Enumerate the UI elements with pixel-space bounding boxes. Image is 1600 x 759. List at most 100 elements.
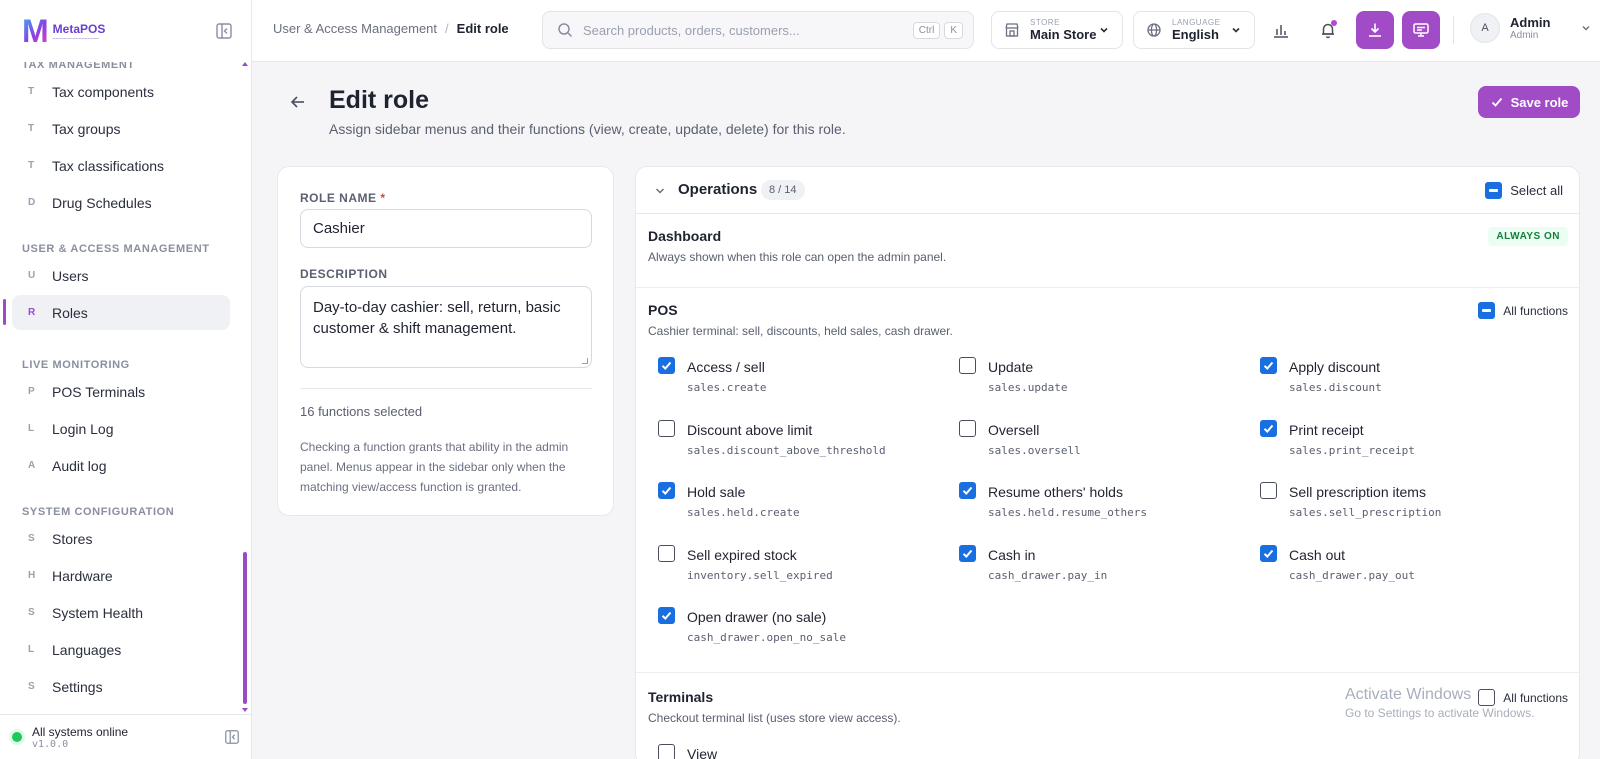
chevron-down-icon[interactable] — [654, 185, 666, 197]
download-button[interactable] — [1356, 11, 1394, 49]
check-icon — [1491, 97, 1502, 107]
group-count-badge: 8 / 14 — [761, 180, 805, 200]
sidebar-item-users[interactable]: U Users — [12, 258, 230, 293]
sidebar-scrollbar[interactable] — [242, 62, 248, 712]
permission-checkbox[interactable] — [1260, 357, 1277, 374]
sidebar: M MetaPOS ━━━━━━━━━━━━━━━━ Tax Managemen… — [0, 0, 252, 759]
save-role-label: Save role — [1510, 94, 1569, 110]
sidebar-item-login-log[interactable]: L Login Log — [12, 411, 230, 446]
permission-checkbox[interactable] — [959, 357, 976, 374]
permission-item[interactable]: Sell prescription items sales.sell_prescr… — [1260, 481, 1441, 519]
permission-name: Cash out — [1289, 547, 1346, 563]
role-name-input[interactable]: Cashier — [300, 209, 592, 248]
nav-section-title: System Configuration — [22, 506, 175, 518]
sidebar-item-system-health[interactable]: S System Health — [12, 595, 230, 630]
select-all-toggle[interactable]: Select all — [1485, 182, 1563, 199]
scroll-down-arrow[interactable] — [242, 708, 248, 712]
notification-badge — [1331, 20, 1337, 26]
bar-chart-icon — [1274, 25, 1288, 38]
permission-checkbox[interactable] — [658, 607, 675, 624]
permission-item[interactable]: Discount above limit sales.discount_above… — [658, 419, 886, 457]
app-logo[interactable]: M MetaPOS ━━━━━━━━━━━━━━━━ — [22, 15, 105, 47]
section-title: Terminals — [648, 689, 714, 705]
permission-name: Cash in — [988, 547, 1036, 563]
section-description: Checkout terminal list (uses store view … — [648, 711, 901, 725]
back-arrow-icon[interactable] — [288, 92, 308, 112]
description-label: DESCRIPTION — [300, 267, 388, 281]
permission-item[interactable]: Oversell sales.oversell — [959, 419, 1081, 457]
search-input[interactable]: Search products, orders, customers... — [583, 23, 909, 38]
store-selector[interactable]: STORE Main Store — [991, 11, 1123, 49]
section-title: Dashboard — [648, 228, 722, 244]
all-functions-checkbox[interactable] — [1478, 302, 1496, 319]
sidebar-item-languages[interactable]: L Languages — [12, 632, 230, 667]
permission-item[interactable]: Update sales.update — [959, 356, 1067, 394]
reports-button[interactable] — [1262, 11, 1300, 49]
sidebar-item-label: Hardware — [52, 567, 113, 584]
pos-terminal-button[interactable] — [1402, 11, 1440, 49]
sidebar-item-tax-classifications[interactable]: T Tax classifications — [12, 148, 230, 183]
permission-name: Access / sell — [687, 359, 765, 375]
sidebar-item-label: Roles — [52, 304, 88, 321]
permission-checkbox[interactable] — [1260, 545, 1277, 562]
sidebar-item-settings[interactable]: S Settings — [12, 669, 230, 704]
sidebar-item-roles[interactable]: R Roles — [12, 295, 230, 330]
monitor-icon — [1413, 23, 1429, 37]
permission-item[interactable]: Cash in cash_drawer.pay_in — [959, 544, 1107, 582]
scroll-up-arrow[interactable] — [242, 62, 248, 66]
permission-checkbox[interactable] — [959, 420, 976, 437]
store-value: Main Store — [1030, 27, 1097, 42]
sidebar-item-tax-components[interactable]: T Tax components — [12, 74, 230, 109]
permission-name: Resume others' holds — [988, 484, 1123, 500]
permission-checkbox[interactable] — [658, 744, 675, 759]
permission-checkbox[interactable] — [658, 482, 675, 499]
permission-item[interactable]: Open drawer (no sale) cash_drawer.open_no… — [658, 606, 846, 644]
permission-checkbox[interactable] — [658, 420, 675, 437]
pos-all-functions-toggle[interactable]: All functions — [1478, 302, 1568, 319]
permission-checkbox[interactable] — [1260, 482, 1277, 499]
permission-item[interactable]: Cash out cash_drawer.pay_out — [1260, 544, 1415, 582]
language-selector[interactable]: LANGUAGE English — [1133, 11, 1255, 49]
permission-item[interactable]: Hold sale sales.held.create — [658, 481, 800, 519]
save-role-button[interactable]: Save role — [1478, 86, 1580, 118]
permission-checkbox[interactable] — [1260, 420, 1277, 437]
collapse-sidebar-icon[interactable] — [215, 22, 233, 40]
breadcrumb-parent[interactable]: User & Access Management — [273, 21, 437, 36]
sidebar-item-drug-schedules[interactable]: D Drug Schedules — [12, 185, 230, 220]
collapse-sidebar-bottom-icon[interactable] — [224, 729, 240, 745]
permission-item[interactable]: Print receipt sales.print_receipt — [1260, 419, 1415, 457]
sidebar-item-tax-groups[interactable]: T Tax groups — [12, 111, 230, 146]
permission-checkbox[interactable] — [959, 482, 976, 499]
permission-group-header[interactable]: Operations 8 / 14 Select all — [636, 167, 1579, 214]
sidebar-item-label: Audit log — [52, 457, 107, 474]
permission-checkbox[interactable] — [658, 545, 675, 562]
windows-activation-watermark: Activate Windows Go to Settings to activ… — [1345, 686, 1534, 720]
sidebar-item-label: POS Terminals — [52, 383, 146, 400]
permission-checkbox[interactable] — [959, 545, 976, 562]
user-menu[interactable]: A Admin Admin — [1470, 13, 1592, 43]
chevron-down-icon — [1582, 26, 1590, 31]
global-search[interactable]: Search products, orders, customers... Ct… — [542, 11, 974, 49]
permission-item[interactable]: Resume others' holds sales.held.resume_ot… — [959, 481, 1147, 519]
store-icon — [1005, 23, 1019, 37]
divider — [300, 388, 592, 389]
resize-handle-icon[interactable] — [582, 358, 588, 364]
scrollbar-thumb[interactable] — [243, 552, 247, 704]
sidebar-item-pos-terminals[interactable]: P POS Terminals — [12, 374, 230, 409]
permission-code: sales.held.resume_others — [988, 506, 1147, 519]
permission-checkbox[interactable] — [658, 357, 675, 374]
sidebar-item-hardware[interactable]: H Hardware — [12, 558, 230, 593]
nav-section-title: Live Monitoring — [22, 359, 130, 371]
permission-item[interactable]: Sell expired stock inventory.sell_expired — [658, 544, 833, 582]
select-all-checkbox[interactable] — [1485, 182, 1503, 199]
permission-item[interactable]: Access / sell sales.create — [658, 356, 766, 394]
search-icon — [558, 23, 573, 38]
sidebar-item-stores[interactable]: S Stores — [12, 521, 230, 556]
sidebar-item-audit-log[interactable]: A Audit log — [12, 448, 230, 483]
permission-item[interactable]: Apply discount sales.discount — [1260, 356, 1382, 394]
description-textarea[interactable]: Day-to-day cashier: sell, return, basic … — [300, 286, 592, 368]
always-on-badge: ALWAYS ON — [1488, 227, 1568, 246]
breadcrumb-current: Edit role — [456, 21, 509, 36]
notifications-button[interactable] — [1309, 11, 1347, 49]
permission-item[interactable]: View — [658, 743, 717, 759]
